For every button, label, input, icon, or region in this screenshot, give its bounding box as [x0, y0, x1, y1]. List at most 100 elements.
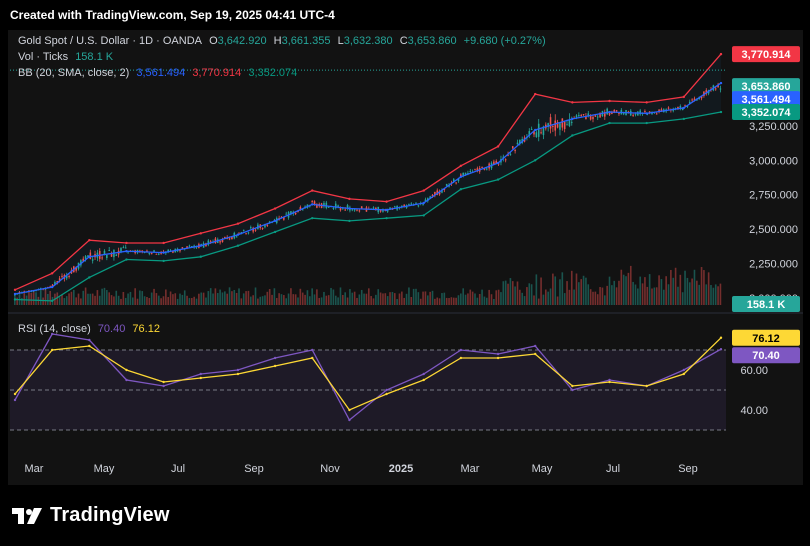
volume-bar: [679, 274, 682, 305]
volume-bar: [667, 284, 670, 305]
candle-body: [346, 205, 349, 208]
candle-body: [235, 236, 238, 238]
volume-bar: [455, 297, 457, 305]
volume-bar: [370, 296, 372, 305]
volume-bar: [620, 269, 623, 305]
volume-bar: [301, 292, 304, 305]
volume-bar: [540, 277, 542, 305]
bb-lower-point: [422, 214, 425, 217]
rsi-point: [348, 418, 351, 422]
volume-bar: [625, 276, 627, 305]
volume-bar: [113, 296, 115, 305]
volume-bar: [570, 270, 573, 305]
volume-bar: [120, 298, 122, 305]
volume-bar: [287, 293, 290, 305]
rsi-ma-point: [50, 348, 54, 352]
symbol-title[interactable]: Gold Spot / U.S. Dollar · 1D · OANDA: [18, 35, 202, 47]
volume-bar: [677, 286, 679, 305]
volume-bar: [403, 297, 405, 305]
volume-bar: [705, 284, 708, 305]
volume-bar: [181, 294, 184, 305]
bb-basis-point: [719, 81, 723, 85]
volume-bar: [552, 273, 554, 305]
candle-body: [294, 212, 297, 215]
volume-bar: [434, 298, 436, 305]
volume-bar: [101, 288, 103, 305]
rsi-ma-point: [236, 372, 240, 376]
candle-body: [332, 207, 335, 209]
volume-bar: [58, 297, 61, 305]
candle-body: [155, 253, 158, 255]
rsi-point: [311, 348, 314, 352]
volume-bar: [700, 267, 703, 305]
volume-bar: [457, 295, 460, 305]
volume-bar: [530, 284, 533, 305]
volume-bar: [401, 291, 403, 305]
volume-bar: [179, 293, 181, 305]
volume-bar: [226, 293, 228, 305]
volume-bar: [533, 295, 535, 305]
volume-bar: [292, 294, 295, 305]
volume-bar: [124, 297, 127, 305]
volume-bar: [294, 294, 297, 305]
bb-basis-point: [199, 244, 202, 247]
volume-bar: [311, 288, 313, 305]
volume-bar: [431, 290, 434, 305]
candle-body: [254, 229, 257, 231]
volume-bar: [136, 298, 139, 305]
volume-bar: [360, 289, 363, 305]
symbol-legend: Gold Spot / U.S. Dollar · 1D · OANDA O3,…: [18, 35, 550, 47]
volume-bar: [641, 283, 644, 305]
candle-body: [148, 253, 151, 255]
bb-label[interactable]: BB (20, SMA, close, 2): [18, 67, 129, 79]
volume-bar: [596, 294, 599, 305]
bb-lower-point: [571, 134, 574, 137]
volume-bar: [356, 297, 358, 305]
rsi-ma-point: [645, 384, 648, 388]
volume-bar: [214, 288, 217, 305]
chart-canvas[interactable]: 3,250.000 3,000.000 2,750.000 2,500.000 2,25…: [8, 30, 803, 485]
candle-body: [311, 201, 313, 203]
volume-bar: [509, 278, 512, 305]
candle-body: [101, 257, 103, 259]
volume-bar: [129, 291, 132, 305]
volume-bar: [398, 293, 401, 305]
candle-body: [575, 115, 578, 118]
bb-basis-point: [422, 201, 425, 205]
candle-body: [634, 113, 637, 115]
volume-bar: [634, 284, 637, 305]
bb-upper-point: [199, 232, 202, 235]
volume-bar: [162, 296, 165, 305]
volume-bar: [224, 291, 226, 305]
rsi-ma-point: [459, 356, 463, 360]
rsi-tick-label: 60.00: [740, 365, 768, 377]
volume-label[interactable]: Vol · Ticks: [18, 51, 68, 63]
volume-bar: [44, 287, 47, 305]
volume-bar: [146, 296, 148, 305]
candle-body: [327, 206, 330, 208]
volume-bar: [80, 298, 82, 305]
candle-body: [422, 204, 424, 206]
bb-lower-point: [236, 244, 240, 247]
bb-lower-point: [385, 216, 388, 220]
volume-bar: [94, 295, 96, 305]
volume-bar: [497, 289, 500, 305]
volume-bar: [167, 297, 169, 305]
rsi-label[interactable]: RSI (14, close): [18, 323, 91, 335]
chart-panel[interactable]: 3,250.000 3,000.000 2,750.000 2,500.000 2,25…: [8, 30, 803, 485]
tradingview-wordmark: TradingView: [50, 504, 170, 526]
candle-body: [351, 209, 354, 211]
bb-basis-point: [125, 250, 128, 253]
volume-bar: [405, 293, 408, 305]
time-axis-label: May: [532, 463, 553, 475]
price-tick-label: 2,250.000: [749, 259, 798, 271]
volume-bar: [235, 292, 238, 305]
bb-upper-point: [88, 239, 91, 242]
volume-bar: [306, 290, 309, 305]
volume-bar: [521, 292, 523, 305]
price-badge-label: 3,352.074: [742, 107, 792, 119]
rsi-point: [571, 388, 574, 392]
volume-bar: [261, 296, 264, 305]
candle-body: [516, 142, 519, 145]
volume-bar: [106, 290, 108, 305]
